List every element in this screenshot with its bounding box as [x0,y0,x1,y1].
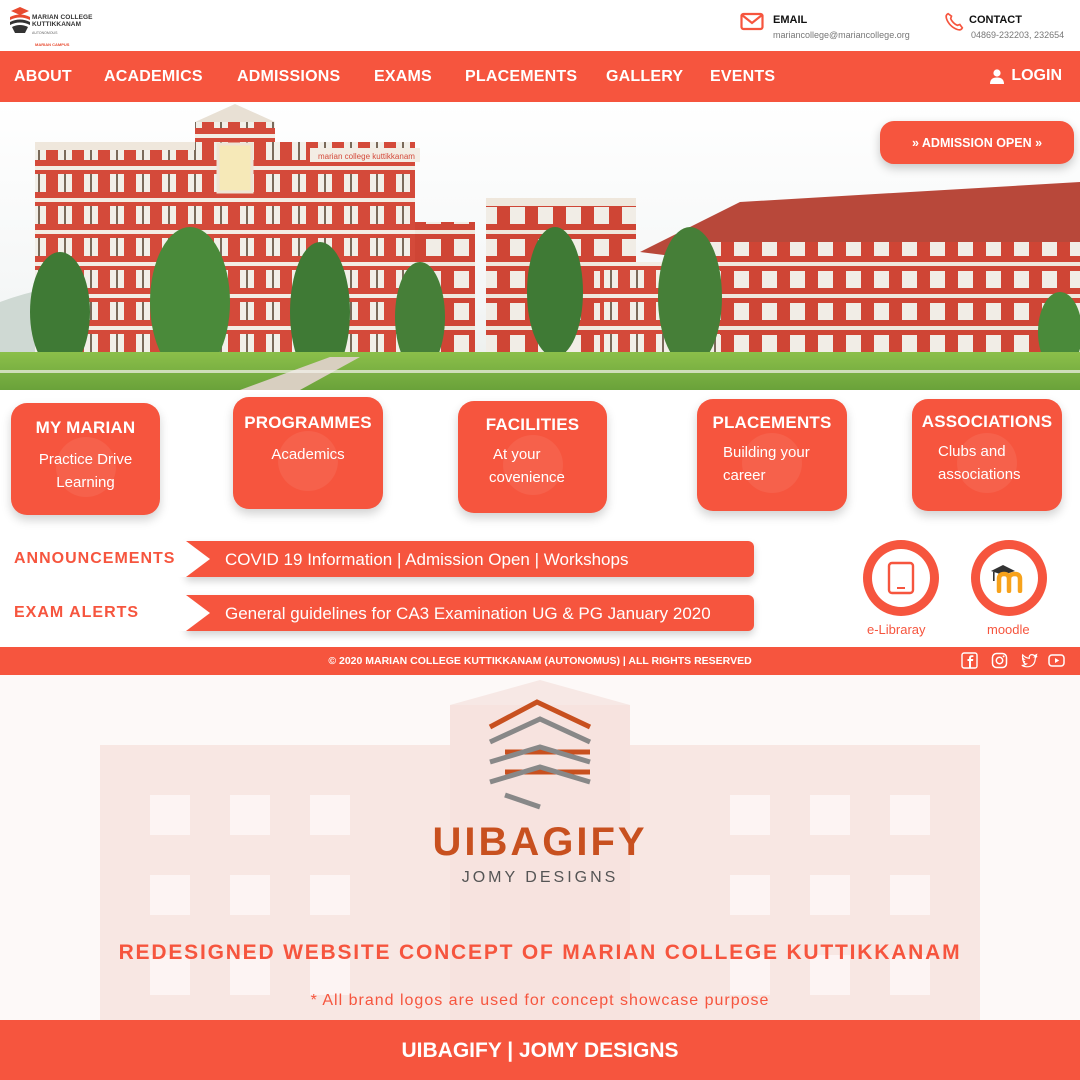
moodle-button[interactable] [971,540,1047,616]
copyright-text: © 2020 MARIAN COLLEGE KUTTIKKANAM (AUTON… [328,655,752,667]
admission-open-button[interactable]: » ADMISSION OPEN » [880,121,1074,164]
card-title: PLACEMENTS [712,413,832,432]
moodle-label[interactable]: moodle [987,622,1030,637]
brand-subtitle: JOMY DESIGNS [461,869,619,886]
logo-line-1: MARIAN COLLEGE [32,14,93,21]
concept-headline: REDESIGNED WEBSITE CONCEPT OF MARIAN COL… [118,941,962,964]
logo-tagline: MARIAN CAMPUS [35,42,70,47]
top-header: MARIAN COLLEGE KUTTIKKANAM AUTONOMOUS MA… [0,0,1080,51]
email-title: EMAIL [773,14,808,26]
nav-item-academics[interactable]: ACADEMICS [104,68,203,86]
card-subtitle-line-1: At your [493,446,541,463]
elibrary-label[interactable]: e-Libraray [867,622,926,637]
card-title: FACILITIES [485,415,580,434]
card-subtitle-line-2: associations [938,466,1021,483]
designer-credit-bar: UIBAGIFY | JOMY DESIGNS [0,1020,1080,1080]
user-icon [990,68,1005,84]
exam-alerts-bar[interactable]: EXAM ALERTS General guidelines for CA3 E… [0,595,754,631]
main-nav: ABOUT ACADEMICS ADMISSIONS EXAMS PLACEME… [0,51,1080,102]
announcements-text[interactable]: COVID 19 Information | Admission Open | … [225,550,628,570]
card-subtitle-line-2: career [723,467,766,484]
elibrary-button[interactable] [863,540,939,616]
login-label: LOGIN [1011,67,1062,84]
announcements-label: ANNOUNCEMENTS [0,541,210,577]
nav-item-admissions[interactable]: ADMISSIONS [237,68,340,86]
card-subtitle-line-1: Building your [723,444,810,461]
logo-text: MARIAN COLLEGE KUTTIKKANAM [32,14,93,28]
card-title: MY MARIAN [35,418,136,437]
mail-icon [740,12,764,31]
contact-title: CONTACT [969,14,1022,26]
page: MARIAN COLLEGE KUTTIKKANAM AUTONOMOUS MA… [0,0,1080,1080]
exam-alerts-text[interactable]: General guidelines for CA3 Examination U… [225,604,711,624]
uibagify-logo-icon [488,699,592,810]
exam-alerts-label: EXAM ALERTS [0,595,210,631]
nav-item-exams[interactable]: EXAMS [374,68,432,86]
disclaimer-note: * All brand logos are used for concept s… [310,992,770,1009]
facebook-icon[interactable] [961,652,978,669]
card-subtitle-line-1: Clubs and [938,443,1006,460]
nav-item-events[interactable]: EVENTS [710,68,775,86]
brand-name: UIBAGIFY [432,820,648,864]
logo-subtitle: AUTONOMOUS [32,31,58,35]
card-programmes[interactable]: PROGRAMMES Academics [233,397,383,509]
card-title: PROGRAMMES [244,413,372,432]
designer-credit-text: UIBAGIFY | JOMY DESIGNS [401,1039,679,1062]
moodle-icon-wrap [980,549,1038,607]
nav-item-about[interactable]: ABOUT [14,68,72,86]
college-emblem-icon [10,7,30,33]
elibrary-icon-wrap [872,549,930,607]
card-subtitle-line-1: Academics [271,446,345,463]
card-placements[interactable]: PLACEMENTS Building your career [697,399,847,511]
concept-showcase: UIBAGIFY JOMY DESIGNS REDESIGNED WEBSITE… [0,675,1080,1020]
email-value[interactable]: mariancollege@mariancollege.org [773,30,910,40]
nav-item-placements[interactable]: PLACEMENTS [465,68,577,86]
feature-cards: MY MARIAN Practice Drive Learning PROGRA… [0,390,1080,530]
announcements-bar[interactable]: ANNOUNCEMENTS COVID 19 Information | Adm… [0,541,754,577]
nav-item-gallery[interactable]: GALLERY [606,68,683,86]
card-my-marian[interactable]: MY MARIAN Practice Drive Learning [11,403,160,515]
youtube-icon[interactable] [1048,652,1065,669]
college-logo[interactable]: MARIAN COLLEGE KUTTIKKANAM AUTONOMOUS MA… [8,5,98,47]
card-subtitle-line-2: Learning [56,474,115,491]
contact-value[interactable]: 04869-232203, 232654 [971,30,1064,40]
tablet-icon [887,561,915,595]
card-subtitle-line-1: Practice Drive [38,451,133,468]
site-footer: © 2020 MARIAN COLLEGE KUTTIKKANAM (AUTON… [0,647,1080,675]
card-associations[interactable]: ASSOCIATIONS Clubs and associations [912,399,1062,511]
moodle-icon [991,565,1023,593]
login-button[interactable]: LOGIN [990,67,1062,85]
card-subtitle-line-2: covenience [489,469,565,486]
logo-line-2: KUTTIKKANAM [32,21,82,28]
card-facilities[interactable]: FACILITIES At your covenience [458,401,607,513]
hero-banner: marian college kuttikkanam » ADMISSION O… [0,102,1080,390]
phone-icon [945,12,964,31]
twitter-icon[interactable] [1021,652,1038,669]
card-title: ASSOCIATIONS [921,412,1053,431]
instagram-icon[interactable] [991,652,1008,669]
building-sign: marian college kuttikkanam [318,152,415,161]
